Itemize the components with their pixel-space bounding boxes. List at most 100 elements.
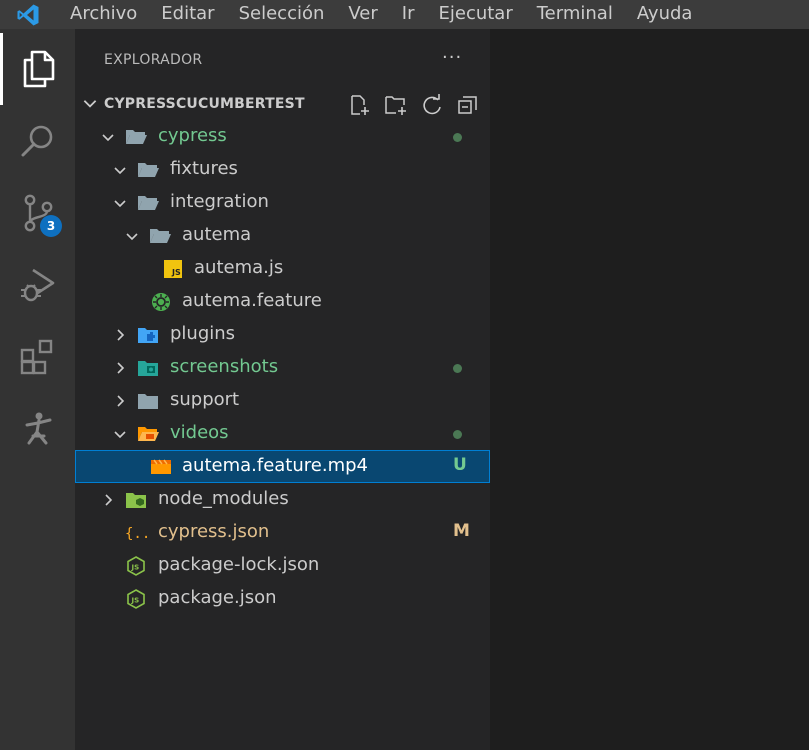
tree-item-cypress-json[interactable]: {..} cypress.json M	[75, 516, 490, 549]
tree-item-label: plugins	[170, 323, 236, 344]
tree-item-label: autema.feature	[182, 290, 322, 311]
tree-item-label: package.json	[158, 587, 277, 608]
folder-open-icon	[138, 163, 159, 177]
tree-item-label: videos	[170, 422, 229, 443]
workspace-title: CYPRESSCUCUMBERTEST	[104, 96, 305, 112]
folder-open-icon	[150, 229, 171, 243]
tree-item-videos[interactable]: videos	[75, 417, 490, 450]
cypress-icon	[25, 412, 51, 445]
video-file-icon	[151, 459, 171, 474]
screenshots-folder-icon	[138, 361, 158, 376]
plugins-folder-icon	[138, 328, 158, 343]
chevron-right-icon	[117, 395, 125, 407]
tree-item-label: autema.js	[194, 257, 284, 278]
new-file-button[interactable]	[348, 93, 372, 117]
new-file-icon	[351, 95, 369, 115]
cucumber-file-icon	[152, 293, 170, 311]
svg-text:JS: JS	[171, 268, 181, 277]
menu-archivo[interactable]: Archivo	[58, 0, 149, 29]
tree-item-autema-feature-mp4[interactable]: autema.feature.mp4 U	[75, 450, 490, 483]
sidebar-title: EXPLORADOR	[104, 52, 203, 68]
new-folder-button[interactable]	[384, 93, 408, 117]
menu-ver[interactable]: Ver	[336, 0, 389, 29]
tree-item-plugins[interactable]: plugins	[75, 318, 490, 351]
refresh-button[interactable]	[420, 93, 444, 117]
new-folder-icon	[385, 96, 406, 115]
folder-open-icon	[126, 130, 147, 144]
tree-item-label: cypress.json	[158, 521, 270, 542]
chevron-down-icon	[102, 134, 114, 142]
vscode-logo-icon	[0, 0, 58, 29]
nodejs-file-icon: JS	[127, 589, 145, 609]
run-debug-button[interactable]	[0, 249, 75, 321]
workspace-section-header[interactable]: CYPRESSCUCUMBERTEST	[75, 91, 490, 119]
tree-item-screenshots[interactable]: screenshots	[75, 351, 490, 384]
tree-item-label: node_modules	[158, 488, 289, 509]
node-modules-folder-icon	[126, 493, 146, 508]
chevron-down-icon	[114, 167, 126, 175]
editor-area	[490, 29, 809, 750]
explorer-sidebar: EXPLORADOR ··· CYPRESSCUCUMBERTEST cypre…	[75, 29, 490, 750]
chevron-down-icon	[126, 233, 138, 241]
menu-terminal[interactable]: Terminal	[525, 0, 625, 29]
collapse-all-button[interactable]	[456, 93, 480, 117]
git-status-badge: M	[453, 521, 470, 541]
chevron-down-icon	[83, 100, 97, 108]
source-control-button[interactable]	[0, 177, 75, 249]
sidebar-header: EXPLORADOR ···	[75, 29, 490, 91]
chevron-right-icon	[117, 362, 125, 374]
tree-item-autema-feature[interactable]: autema.feature	[75, 285, 490, 318]
svg-text:JS: JS	[131, 597, 140, 605]
tree-item-label: support	[170, 389, 240, 410]
tree-item-label: cypress	[158, 125, 227, 146]
tree-item-label: fixtures	[170, 158, 238, 179]
modified-dot	[453, 133, 462, 142]
activity-bar: 3	[0, 29, 75, 750]
chevron-down-icon	[114, 431, 126, 439]
chevron-down-icon	[114, 200, 126, 208]
tree-item-package-json[interactable]: JS package.json	[75, 582, 490, 615]
cypress-button[interactable]	[0, 393, 75, 465]
videos-folder-icon	[138, 427, 159, 441]
modified-dot	[453, 430, 462, 439]
tree-item-label: screenshots	[170, 356, 279, 377]
search-icon	[21, 125, 52, 157]
menu-ejecutar[interactable]: Ejecutar	[427, 0, 525, 29]
menu-seleccion[interactable]: Selección	[227, 0, 337, 29]
svg-text:JS: JS	[131, 564, 140, 572]
extensions-button[interactable]	[0, 321, 75, 393]
tree-item-cypress[interactable]: cypress	[75, 120, 490, 153]
git-status-badge: U	[453, 455, 467, 475]
scm-badge: 3	[40, 215, 62, 237]
more-actions-button[interactable]: ···	[442, 47, 462, 68]
modified-dot	[453, 364, 462, 373]
tree-item-autema-js[interactable]: JS autema.js	[75, 252, 490, 285]
nodejs-file-icon: JS	[127, 556, 145, 576]
menu-ir[interactable]: Ir	[390, 0, 427, 29]
tree-item-support[interactable]: support	[75, 384, 490, 417]
explorer-button[interactable]	[0, 33, 75, 105]
chevron-right-icon	[105, 494, 113, 506]
tree-item-label: integration	[170, 191, 269, 212]
tree-item-node-modules[interactable]: node_modules	[75, 483, 490, 516]
chevron-right-icon	[117, 329, 125, 341]
collapse-all-icon	[458, 96, 477, 114]
menu-bar: Archivo Editar Selección Ver Ir Ejecutar…	[0, 0, 809, 29]
run-debug-icon	[20, 268, 54, 302]
tree-item-label: autema	[182, 224, 252, 245]
search-button[interactable]	[0, 105, 75, 177]
tree-item-label: package-lock.json	[158, 554, 320, 575]
tree-item-fixtures[interactable]: fixtures	[75, 153, 490, 186]
menu-ayuda[interactable]: Ayuda	[625, 0, 705, 29]
json-file-icon: {..}	[125, 526, 147, 542]
tree-item-package-lock-json[interactable]: JS package-lock.json	[75, 549, 490, 582]
folder-open-icon	[138, 196, 159, 210]
tree-item-autema-folder[interactable]: autema	[75, 219, 490, 252]
explorer-icon	[23, 50, 55, 88]
folder-icon	[138, 394, 158, 409]
extensions-icon	[20, 339, 52, 375]
tree-item-label: autema.feature.mp4	[182, 455, 368, 476]
tree-item-integration[interactable]: integration	[75, 186, 490, 219]
menu-editar[interactable]: Editar	[149, 0, 226, 29]
refresh-icon	[423, 94, 441, 115]
